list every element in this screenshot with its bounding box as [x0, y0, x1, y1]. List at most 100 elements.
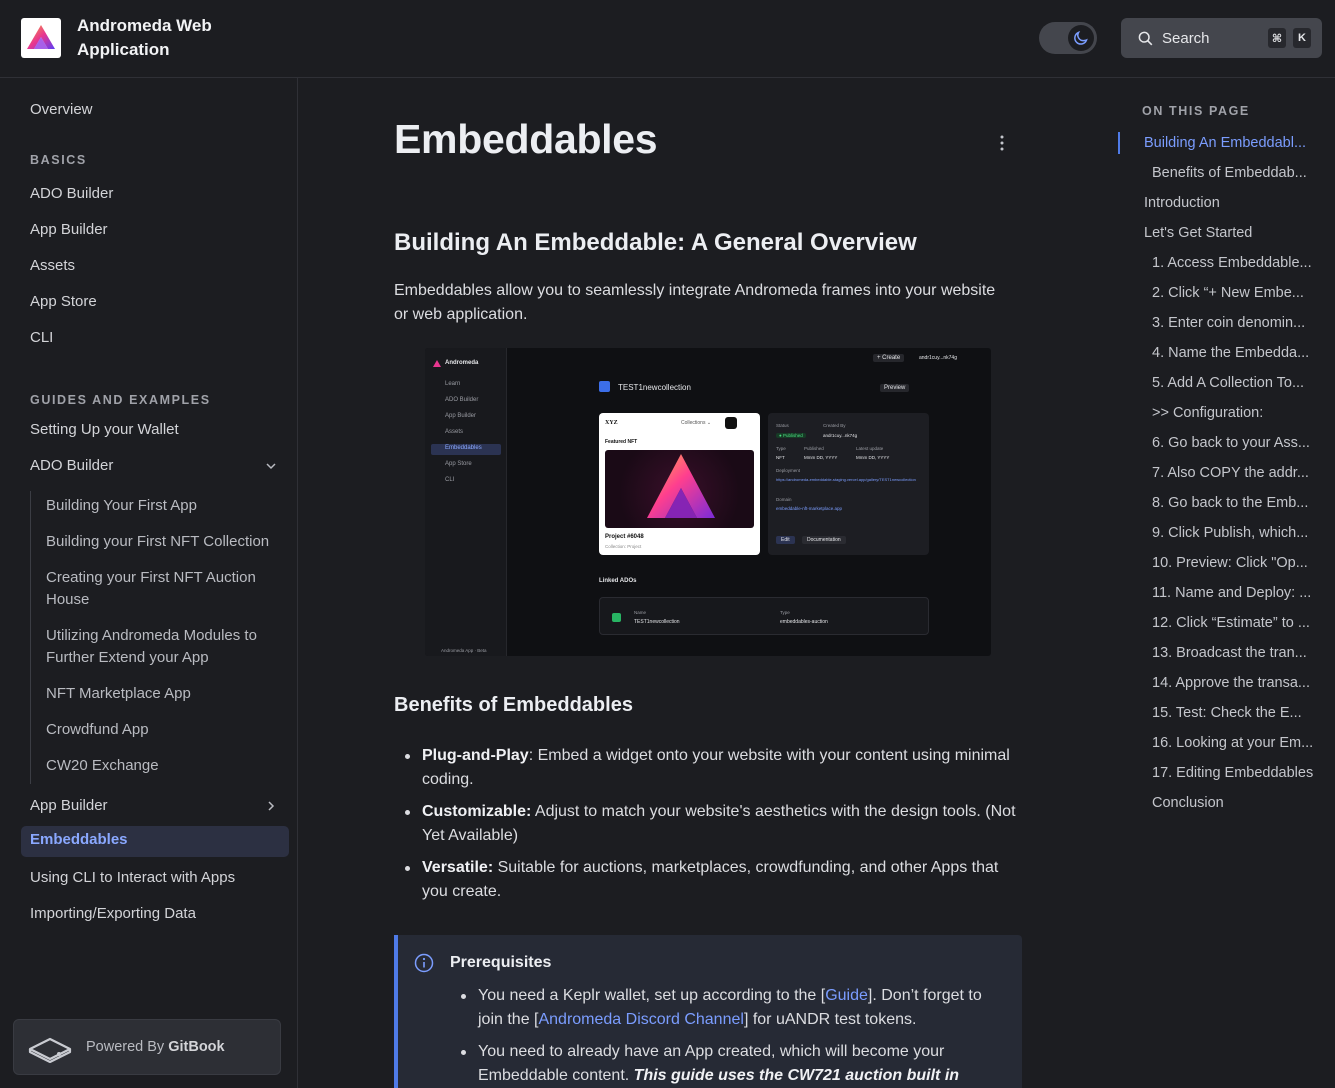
- screenshot-nav-item: ADO Builder: [445, 397, 479, 403]
- sidebar-item-using-cli[interactable]: Using CLI to Interact with Apps: [30, 867, 235, 889]
- screenshot-row-name-value: TEST1newcollection: [634, 619, 680, 625]
- page-title: Embeddables: [394, 116, 658, 162]
- andromeda-mark-icon: [647, 454, 715, 518]
- sidebar-item-overview[interactable]: Overview: [30, 99, 93, 121]
- list-item: Versatile: Suitable for auctions, market…: [394, 856, 1024, 904]
- screenshot-featured-image: [605, 450, 754, 528]
- screenshot-sidebar: Andromeda Learn ADO Builder App Builder …: [425, 348, 507, 656]
- toc-item[interactable]: Introduction: [1144, 193, 1314, 213]
- sidebar-nav: Overview BASICS ADO Builder App Builder …: [0, 78, 298, 1088]
- toc-item[interactable]: 15. Test: Check the E...: [1152, 703, 1314, 723]
- top-header: Andromeda Web Application Search ⌘ K: [0, 0, 1335, 78]
- toc-item[interactable]: 4. Name the Embedda...: [1152, 343, 1314, 363]
- powered-prefix: Powered By: [86, 1039, 165, 1055]
- screenshot-domain-link: embeddable-nft-marketplace.app: [776, 506, 843, 511]
- screenshot-type-value: NFT: [776, 455, 785, 460]
- sidebar-item-app-builder[interactable]: App Builder: [30, 219, 108, 241]
- screenshot-updated-value: Mmm DD, YYYY: [856, 455, 890, 460]
- toc-item[interactable]: Benefits of Embeddab...: [1152, 163, 1314, 183]
- sidebar-item-andromeda-modules[interactable]: Utilizing Andromeda Modules to Further E…: [46, 625, 281, 669]
- sidebar-item-first-nft-collection[interactable]: Building your First NFT Collection: [46, 531, 281, 553]
- chevron-down-icon[interactable]: [264, 459, 278, 473]
- toc-item[interactable]: 1. Access Embeddable...: [1152, 253, 1314, 273]
- theme-toggle[interactable]: [1039, 22, 1097, 54]
- toc-item[interactable]: 16. Looking at your Em...: [1152, 733, 1314, 753]
- prerequisites-list: You need a Keplr wallet, set up accordin…: [450, 984, 1010, 1088]
- sidebar-subnav-rail: [30, 491, 31, 784]
- toc-item[interactable]: 7. Also COPY the addr...: [1152, 463, 1314, 483]
- screenshot-published-value: Mmm DD, YYYY: [804, 455, 838, 460]
- toc-item[interactable]: 11. Name and Deploy: ...: [1152, 583, 1314, 603]
- benefit-label: Versatile:: [422, 859, 494, 876]
- toc-item[interactable]: Conclusion: [1152, 793, 1314, 813]
- info-icon: [414, 953, 434, 973]
- sidebar-item-cli[interactable]: CLI: [30, 327, 53, 349]
- toc-item[interactable]: 5. Add A Collection To...: [1152, 373, 1314, 393]
- sidebar-item-nft-marketplace[interactable]: NFT Marketplace App: [46, 683, 281, 705]
- toc-item[interactable]: Let's Get Started: [1144, 223, 1314, 243]
- sidebar-group-ado-builder[interactable]: ADO Builder: [30, 455, 113, 477]
- benefit-text: Suitable for auctions, marketplaces, cro…: [422, 859, 999, 900]
- chevron-right-icon[interactable]: [264, 799, 278, 813]
- search-icon: [1138, 31, 1153, 45]
- toc-item[interactable]: 2. Click “+ New Embe...: [1152, 283, 1314, 303]
- powered-brand: GitBook: [168, 1039, 225, 1055]
- screenshot-edit-button: Edit: [776, 536, 795, 544]
- andromeda-logo-icon: [27, 25, 55, 49]
- sidebar-heading-basics: BASICS: [30, 153, 87, 167]
- sidebar-item-ado-builder[interactable]: ADO Builder: [30, 183, 113, 205]
- sidebar-item-first-nft-auction[interactable]: Creating your First NFT Auction House: [46, 567, 281, 611]
- guide-link[interactable]: Guide: [825, 987, 868, 1004]
- toc-item[interactable]: 9. Click Publish, which...: [1152, 523, 1314, 543]
- toc-item[interactable]: >> Configuration:: [1152, 403, 1314, 423]
- powered-by-gitbook[interactable]: Powered By GitBook: [13, 1019, 281, 1075]
- toc-active-indicator: [1118, 132, 1120, 154]
- screenshot-row-name-label: Name: [634, 610, 647, 615]
- sidebar-item-app-store[interactable]: App Store: [30, 291, 97, 313]
- toc-item[interactable]: 6. Go back to your Ass...: [1152, 433, 1314, 453]
- sidebar-group-app-builder[interactable]: App Builder: [30, 795, 108, 817]
- screenshot-created-by-value: andr1cuy...nk74g: [823, 433, 858, 438]
- sidebar-item-crowdfund[interactable]: Crowdfund App: [46, 719, 281, 741]
- list-item: Plug-and-Play: Embed a widget onto your …: [394, 744, 1024, 792]
- prerequisites-callout: Prerequisites You need a Keplr wallet, s…: [394, 935, 1022, 1088]
- andromeda-logo[interactable]: [21, 18, 61, 58]
- toc-item[interactable]: 14. Approve the transa...: [1152, 673, 1314, 693]
- sidebar-item-setting-up-wallet[interactable]: Setting Up your Wallet: [30, 419, 179, 441]
- sidebar-item-assets[interactable]: Assets: [30, 255, 75, 277]
- search-button[interactable]: Search ⌘ K: [1121, 18, 1322, 58]
- sidebar-item-first-app[interactable]: Building Your First App: [46, 495, 281, 517]
- shortcut-cmd-key: ⌘: [1268, 28, 1286, 48]
- toc-item[interactable]: 17. Editing Embeddables: [1152, 763, 1314, 783]
- toc-item[interactable]: 13. Broadcast the tran...: [1152, 643, 1314, 663]
- toc-item[interactable]: 3. Enter coin denomin...: [1152, 313, 1314, 333]
- screenshot-row-icon: [612, 613, 621, 622]
- toc-item[interactable]: 8. Go back to the Emb...: [1152, 493, 1314, 513]
- screenshot-linked-row: Name TEST1newcollection Type embeddables…: [599, 597, 929, 635]
- screenshot-published-label: Published: [804, 446, 824, 451]
- theme-knob: [1068, 25, 1094, 51]
- benefits-heading: Benefits of Embeddables: [394, 694, 633, 716]
- sidebar-item-import-export[interactable]: Importing/Exporting Data: [30, 903, 196, 925]
- screenshot-featured-label: Featured NFT: [605, 439, 638, 445]
- toc-item[interactable]: 10. Preview: Click "Op...: [1152, 553, 1314, 573]
- shortcut-k-key: K: [1293, 28, 1311, 48]
- list-item: You need a Keplr wallet, set up accordin…: [450, 984, 1010, 1032]
- toc-item[interactable]: Building An Embeddabl...: [1144, 133, 1314, 153]
- screenshot-brand: Andromeda: [445, 360, 479, 366]
- screenshot-logo-icon: [433, 360, 441, 367]
- app-title[interactable]: Andromeda Web Application: [77, 14, 247, 62]
- screenshot-deployment-label: Deployment: [776, 468, 801, 473]
- screenshot-card-brand: XYZ: [605, 420, 618, 426]
- toc-item[interactable]: 12. Click “Estimate” to ...: [1152, 613, 1314, 633]
- sidebar-item-cw20-exchange[interactable]: CW20 Exchange: [46, 755, 281, 777]
- discord-channel-link[interactable]: Andromeda Discord Channel: [538, 1011, 743, 1028]
- screenshot-nav-item: Learn: [445, 381, 461, 387]
- benefit-label: Customizable:: [422, 803, 532, 820]
- sidebar-item-embeddables[interactable]: Embeddables: [21, 826, 289, 857]
- benefit-label: Plug-and-Play: [422, 747, 529, 764]
- search-label: Search: [1162, 29, 1210, 47]
- more-options-icon[interactable]: [995, 134, 1009, 152]
- screenshot-collection-icon: [599, 381, 610, 392]
- toc-heading: ON THIS PAGE: [1142, 104, 1250, 118]
